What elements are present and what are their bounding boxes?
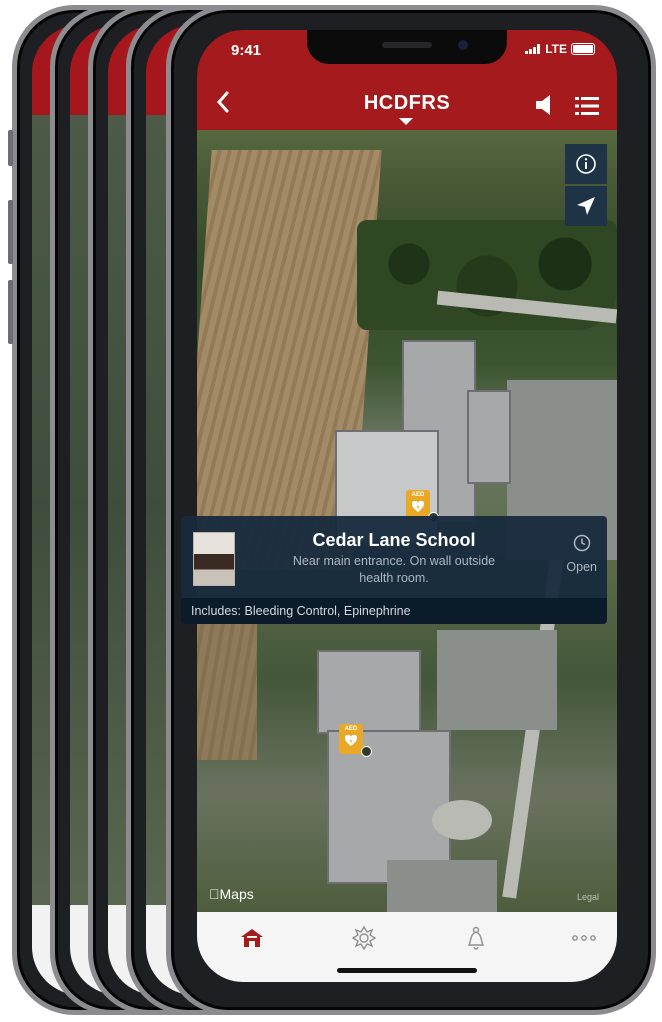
school-building — [317, 650, 421, 734]
battery-icon — [571, 43, 595, 55]
phone-notch — [307, 30, 507, 64]
front-phone: 9:41 LTE HCDFRS AED AED Maps Legal Cedar… — [166, 5, 656, 1015]
farm-field — [197, 610, 257, 760]
map-info-button[interactable] — [565, 144, 607, 184]
status-indicators: LTE — [525, 42, 595, 56]
list-icon[interactable] — [575, 96, 599, 116]
tab-alerts[interactable] — [461, 924, 491, 952]
aed-pin-label: AED — [344, 726, 358, 732]
aed-heart-icon — [345, 735, 357, 746]
home-indicator[interactable] — [337, 968, 477, 973]
more-dots-icon — [572, 935, 596, 941]
status-time: 9:41 — [231, 42, 262, 59]
aed-map-pin[interactable]: AED — [339, 724, 372, 757]
roundabout — [432, 800, 492, 840]
aed-pin-label: AED — [411, 492, 425, 498]
pin-cluster-plus-icon — [361, 746, 372, 757]
map-legal-link[interactable]: Legal — [577, 892, 599, 902]
open-status: Open — [566, 560, 597, 574]
map-location-button[interactable] — [565, 186, 607, 226]
chevron-down-icon[interactable] — [399, 118, 413, 125]
location-photo-thumbnail[interactable] — [193, 532, 235, 586]
speaker-icon[interactable] — [533, 92, 557, 118]
location-arrow-icon — [577, 197, 595, 215]
tab-home[interactable] — [237, 924, 267, 952]
phone-side-button — [8, 130, 13, 166]
signal-icon — [525, 44, 541, 54]
includes-list: Includes: Bleeding Control, Epinephrine — [181, 598, 607, 624]
aed-location-callout[interactable]: Cedar Lane School Near main entrance. On… — [181, 516, 607, 624]
parking-lot — [387, 860, 497, 912]
school-building — [467, 390, 511, 484]
network-label: LTE — [545, 42, 567, 56]
tab-fire-department[interactable] — [349, 924, 379, 952]
location-description: Near main entrance. On wall outside heal… — [292, 554, 496, 585]
phone-side-button — [8, 280, 13, 344]
phone-side-button — [8, 200, 13, 264]
tab-more[interactable] — [569, 924, 599, 952]
aed-heart-icon — [412, 501, 424, 512]
maltese-cross-icon — [351, 925, 377, 951]
clock-icon — [573, 534, 591, 552]
apple-maps-attribution: Maps — [209, 886, 254, 902]
info-icon — [576, 154, 596, 174]
location-name: Cedar Lane School — [312, 530, 476, 550]
bell-icon — [467, 926, 485, 950]
parking-lot — [437, 630, 557, 730]
app-screen: 9:41 LTE HCDFRS AED AED Maps Legal — [197, 30, 617, 982]
